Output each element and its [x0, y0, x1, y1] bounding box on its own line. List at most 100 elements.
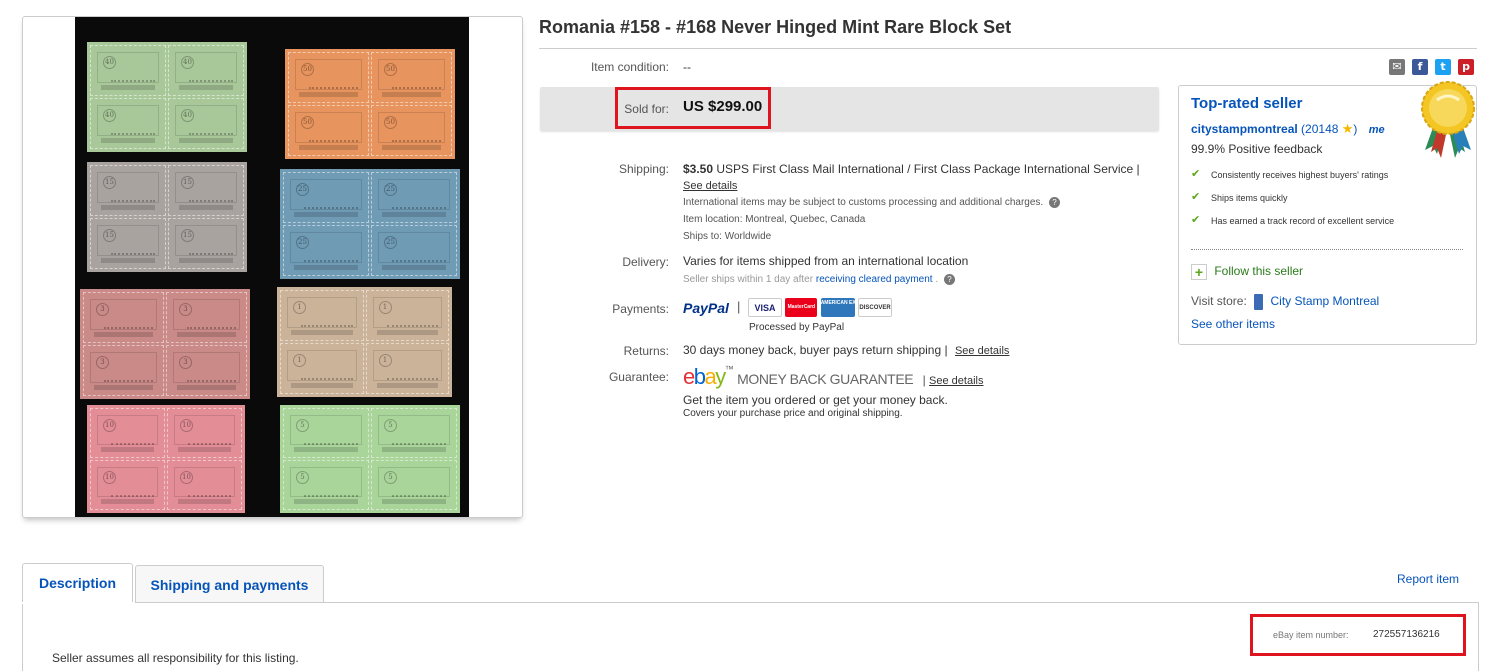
store-name-link[interactable]: City Stamp Montreal [1271, 294, 1380, 308]
stamp-caption-bar [178, 447, 231, 452]
guarantee-label: Guarantee: [608, 370, 669, 384]
stamp-engraving [392, 248, 446, 262]
top-rated-heading: Top-rated seller [1191, 95, 1303, 112]
returns-see-details-link[interactable]: See details [955, 345, 1009, 357]
sold-price-highlight [615, 87, 771, 129]
visit-store: Visit store: City Stamp Montreal [1191, 294, 1379, 310]
help-icon[interactable]: ? [1048, 197, 1060, 208]
help-icon[interactable]: ? [943, 274, 955, 285]
badge-item: ✔ Ships items quickly [1191, 191, 1431, 205]
stamp-engraving [392, 195, 446, 209]
seller-info-box: Top-rated seller citystampmontreal (2014… [1178, 81, 1477, 345]
report-item-link[interactable]: Report item [1397, 572, 1459, 586]
stamp-caption-bar [291, 383, 353, 388]
email-share-icon[interactable]: ✉ [1389, 59, 1405, 75]
ebay-letter-a: a [704, 364, 717, 389]
stamp-caption-bar [382, 265, 446, 270]
item-image-panel[interactable]: 40 40 40 40 50 50 50 50 15 15 15 15 25 25 25 25 3 3 3 3 1 1 1 1… [22, 16, 523, 518]
stamp-engraving [111, 68, 155, 82]
returns-sep: | [944, 343, 948, 357]
delivery-value: Varies for items shipped from an interna… [683, 254, 969, 268]
stamp-caption-bar [179, 205, 233, 210]
item-title: Romania #158 - #168 Never Hinged Mint Ra… [539, 17, 1012, 37]
stamp: 40 [90, 98, 166, 149]
shipping-cost: $3.50 [683, 162, 714, 176]
stamp-caption-bar [299, 92, 358, 97]
stamp: 1 [365, 343, 449, 394]
stamp-engraving [392, 431, 446, 445]
stamp: 15 [90, 218, 166, 269]
delivery-note: Seller ships within 1 day after receivin… [683, 274, 955, 285]
stamp: 40 [90, 45, 166, 96]
follow-seller[interactable]: + Follow this seller [1191, 264, 1303, 280]
stamp-engraving [187, 315, 236, 329]
facebook-share-icon[interactable]: f [1412, 59, 1428, 75]
stamp-engraving [111, 431, 154, 445]
stamp: 1 [280, 290, 364, 341]
ebay-letter-b: b [693, 364, 706, 389]
active-tab-connector [22, 602, 135, 604]
follow-seller-link[interactable]: Follow this seller [1214, 264, 1303, 278]
guarantee-line2: Covers your purchase price and original … [683, 408, 903, 419]
cleared-payment-link[interactable]: receiving cleared payment [816, 274, 933, 285]
stamp-engraving [392, 75, 441, 89]
seller-name-link[interactable]: citystampmontreal [1191, 122, 1298, 136]
stamp: 25 [371, 172, 457, 223]
stamp: 40 [168, 98, 244, 149]
stamp-engraving [392, 128, 441, 142]
ebay-logo: ebay [683, 364, 726, 389]
stamp-block: 25 25 25 25 [280, 169, 460, 279]
returns-label: Returns: [623, 344, 669, 358]
visa-icon: VISA [748, 298, 782, 317]
badge-text: Has earned a track record of excellent s… [1211, 216, 1395, 226]
stamp-engraving [111, 241, 155, 255]
stamp-caption-bar [178, 499, 231, 504]
stamp-engraving [301, 313, 353, 327]
stamp: 10 [167, 408, 242, 458]
checkmark-icon: ✔ [1191, 168, 1201, 180]
item-photo[interactable]: 40 40 40 40 50 50 50 50 15 15 15 15 25 25 25 25 3 3 3 3 1 1 1 1… [75, 17, 469, 517]
stamp: 50 [288, 52, 369, 103]
stamp-engraving [304, 431, 358, 445]
guarantee-see-details-link[interactable]: See details [929, 375, 983, 387]
stamp-caption-bar [382, 447, 446, 452]
see-other-items-link[interactable]: See other items [1191, 317, 1275, 331]
ebay-tm: ™ [724, 364, 734, 374]
stamp-caption-bar [291, 330, 353, 335]
amex-icon: AMERICAN EXPRESS [820, 298, 873, 317]
stamp-block: 15 15 15 15 [87, 162, 247, 272]
stamp-engraving [304, 248, 358, 262]
tab-description[interactable]: Description [22, 563, 133, 603]
checkmark-icon: ✔ [1191, 191, 1201, 203]
me-page-icon[interactable]: me [1369, 124, 1385, 136]
stamp: 5 [371, 408, 457, 458]
stamp-caption-bar [382, 145, 441, 150]
pinterest-share-icon[interactable]: p [1458, 59, 1474, 75]
stamp-engraving [111, 188, 155, 202]
feedback-count-link[interactable]: (20148 [1301, 122, 1338, 136]
stamp-engraving [104, 368, 153, 382]
stamp-caption-bar [179, 258, 233, 263]
shipping-label: Shipping: [618, 162, 669, 176]
shipping-see-details-link[interactable]: See details [683, 180, 737, 192]
shipping-sep: | [1136, 162, 1140, 176]
feedback-close: ) [1353, 122, 1358, 136]
stamp-caption-bar [101, 447, 154, 452]
tab-shipping-and-payments[interactable]: Shipping and payments [135, 565, 324, 603]
customs-note: International items may be subject to cu… [683, 197, 1060, 208]
badge-text: Consistently receives highest buyers' ra… [1211, 170, 1389, 180]
badge-text: Ships items quickly [1211, 193, 1288, 203]
stamp-caption-bar [382, 212, 446, 217]
payment-sep: | [737, 299, 741, 314]
twitter-share-icon[interactable]: t [1435, 59, 1451, 75]
stamp-engraving [386, 366, 438, 380]
stamp-caption-bar [299, 145, 358, 150]
stamp-engraving [189, 188, 233, 202]
delivery-note-suffix: . [935, 274, 939, 285]
stamp: 50 [288, 105, 369, 156]
stamp: 1 [365, 290, 449, 341]
stamp-caption-bar [94, 332, 153, 337]
stamp-caption-bar [294, 265, 358, 270]
stamp: 25 [283, 172, 369, 223]
stamp: 5 [283, 408, 369, 458]
